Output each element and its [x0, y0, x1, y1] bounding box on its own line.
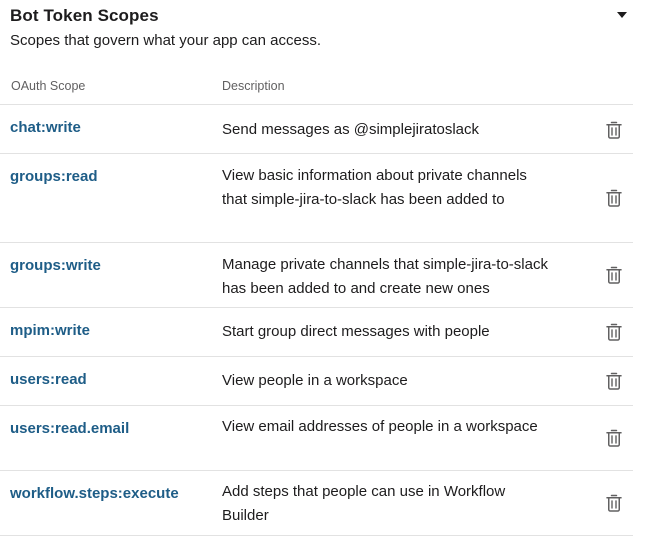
- table-row: users:read.email View email addresses of…: [0, 405, 633, 470]
- table-row: groups:read View basic information about…: [0, 153, 633, 242]
- trash-icon[interactable]: [606, 494, 622, 512]
- table-row: workflow.steps:execute Add steps that pe…: [0, 470, 633, 536]
- trash-icon[interactable]: [606, 372, 622, 390]
- caret-down-icon[interactable]: [617, 12, 627, 18]
- trash-icon[interactable]: [606, 266, 622, 284]
- trash-icon[interactable]: [606, 429, 622, 447]
- scope-description: Add steps that people can use in Workflo…: [222, 483, 506, 524]
- scope-name[interactable]: groups:read: [10, 168, 98, 185]
- scope-name[interactable]: users:read.email: [10, 420, 129, 437]
- table-row: chat:write Send messages as @simplejirat…: [0, 104, 633, 153]
- scope-name[interactable]: mpim:write: [10, 322, 90, 339]
- scope-description: View people in a workspace: [222, 372, 408, 389]
- column-header-oauth-scope: OAuth Scope: [11, 79, 86, 93]
- scope-name[interactable]: groups:write: [10, 257, 101, 274]
- table-row: mpim:write Start group direct messages w…: [0, 307, 633, 356]
- section-title: Bot Token Scopes: [10, 6, 159, 25]
- scope-description: View email addresses of people in a work…: [222, 418, 538, 435]
- trash-icon[interactable]: [606, 189, 622, 207]
- table-row: groups:write Manage private channels tha…: [0, 242, 633, 307]
- scope-description: View basic information about private cha…: [222, 167, 527, 208]
- scope-name[interactable]: workflow.steps:execute: [10, 485, 179, 502]
- scope-name[interactable]: users:read: [10, 371, 87, 388]
- scope-name[interactable]: chat:write: [10, 119, 81, 136]
- section-subtitle: Scopes that govern what your app can acc…: [10, 32, 322, 49]
- trash-icon[interactable]: [606, 121, 622, 139]
- bot-token-scopes-panel: Bot Token Scopes Scopes that govern what…: [0, 0, 649, 538]
- scope-table: chat:write Send messages as @simplejirat…: [0, 104, 633, 536]
- scope-description: Send messages as @simplejiratoslack: [222, 121, 479, 138]
- scope-description: Manage private channels that simple-jira…: [222, 256, 548, 297]
- trash-icon[interactable]: [606, 323, 622, 341]
- scope-description: Start group direct messages with people: [222, 323, 490, 340]
- table-row: users:read View people in a workspace: [0, 356, 633, 405]
- column-header-description: Description: [222, 79, 285, 93]
